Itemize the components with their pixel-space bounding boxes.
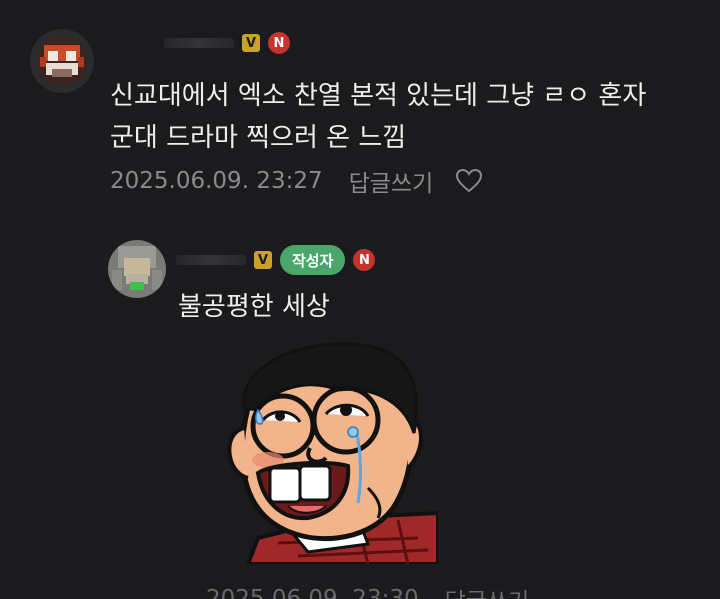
comment-1-line-2: 군대 드라마 찍으러 온 느낌	[110, 123, 407, 153]
comment-2-info: 2025.06.09. 23:30 답글쓰기	[206, 582, 529, 599]
comment-thread: V N 신교대에서 엑소 찬열 본적 있는데 그냥 ㄹㅇ 혼자 군대 드라마 찍…	[0, 0, 720, 599]
pixelated-avatar-image	[30, 29, 94, 93]
comment-1-info: 2025.06.09. 23:27 답글쓰기	[110, 164, 483, 198]
new-badge: N	[268, 32, 290, 54]
reply-button[interactable]: 답글쓰기	[349, 164, 434, 198]
new-badge: N	[353, 249, 376, 271]
pixelated-avatar-image	[108, 240, 166, 298]
nickname-redacted[interactable]	[164, 38, 234, 48]
comment-2-text: 불공평한 세상	[178, 292, 330, 322]
reply-button[interactable]: 답글쓰기	[445, 582, 530, 599]
heart-outline-icon[interactable]	[455, 168, 483, 194]
crying-buck-tooth-man-sticker[interactable]	[218, 338, 440, 566]
avatar[interactable]	[108, 240, 166, 298]
comment-1-text: 신교대에서 엑소 찬열 본적 있는데 그냥 ㄹㅇ 혼자 군대 드라마 찍으러 온…	[110, 75, 646, 159]
timestamp: 2025.06.09. 23:27	[110, 168, 323, 194]
comment-1-line-1: 신교대에서 엑소 찬열 본적 있는데 그냥 ㄹㅇ 혼자	[110, 81, 647, 111]
comment-2-header: V 작성자 N	[176, 245, 376, 275]
avatar[interactable]	[30, 29, 94, 93]
comment-1-header: V N	[164, 32, 290, 54]
timestamp: 2025.06.09. 23:30	[206, 586, 419, 599]
author-badge: 작성자	[280, 245, 346, 275]
verified-badge: V	[242, 34, 260, 52]
nickname-redacted[interactable]	[176, 255, 246, 265]
verified-badge: V	[254, 251, 272, 269]
